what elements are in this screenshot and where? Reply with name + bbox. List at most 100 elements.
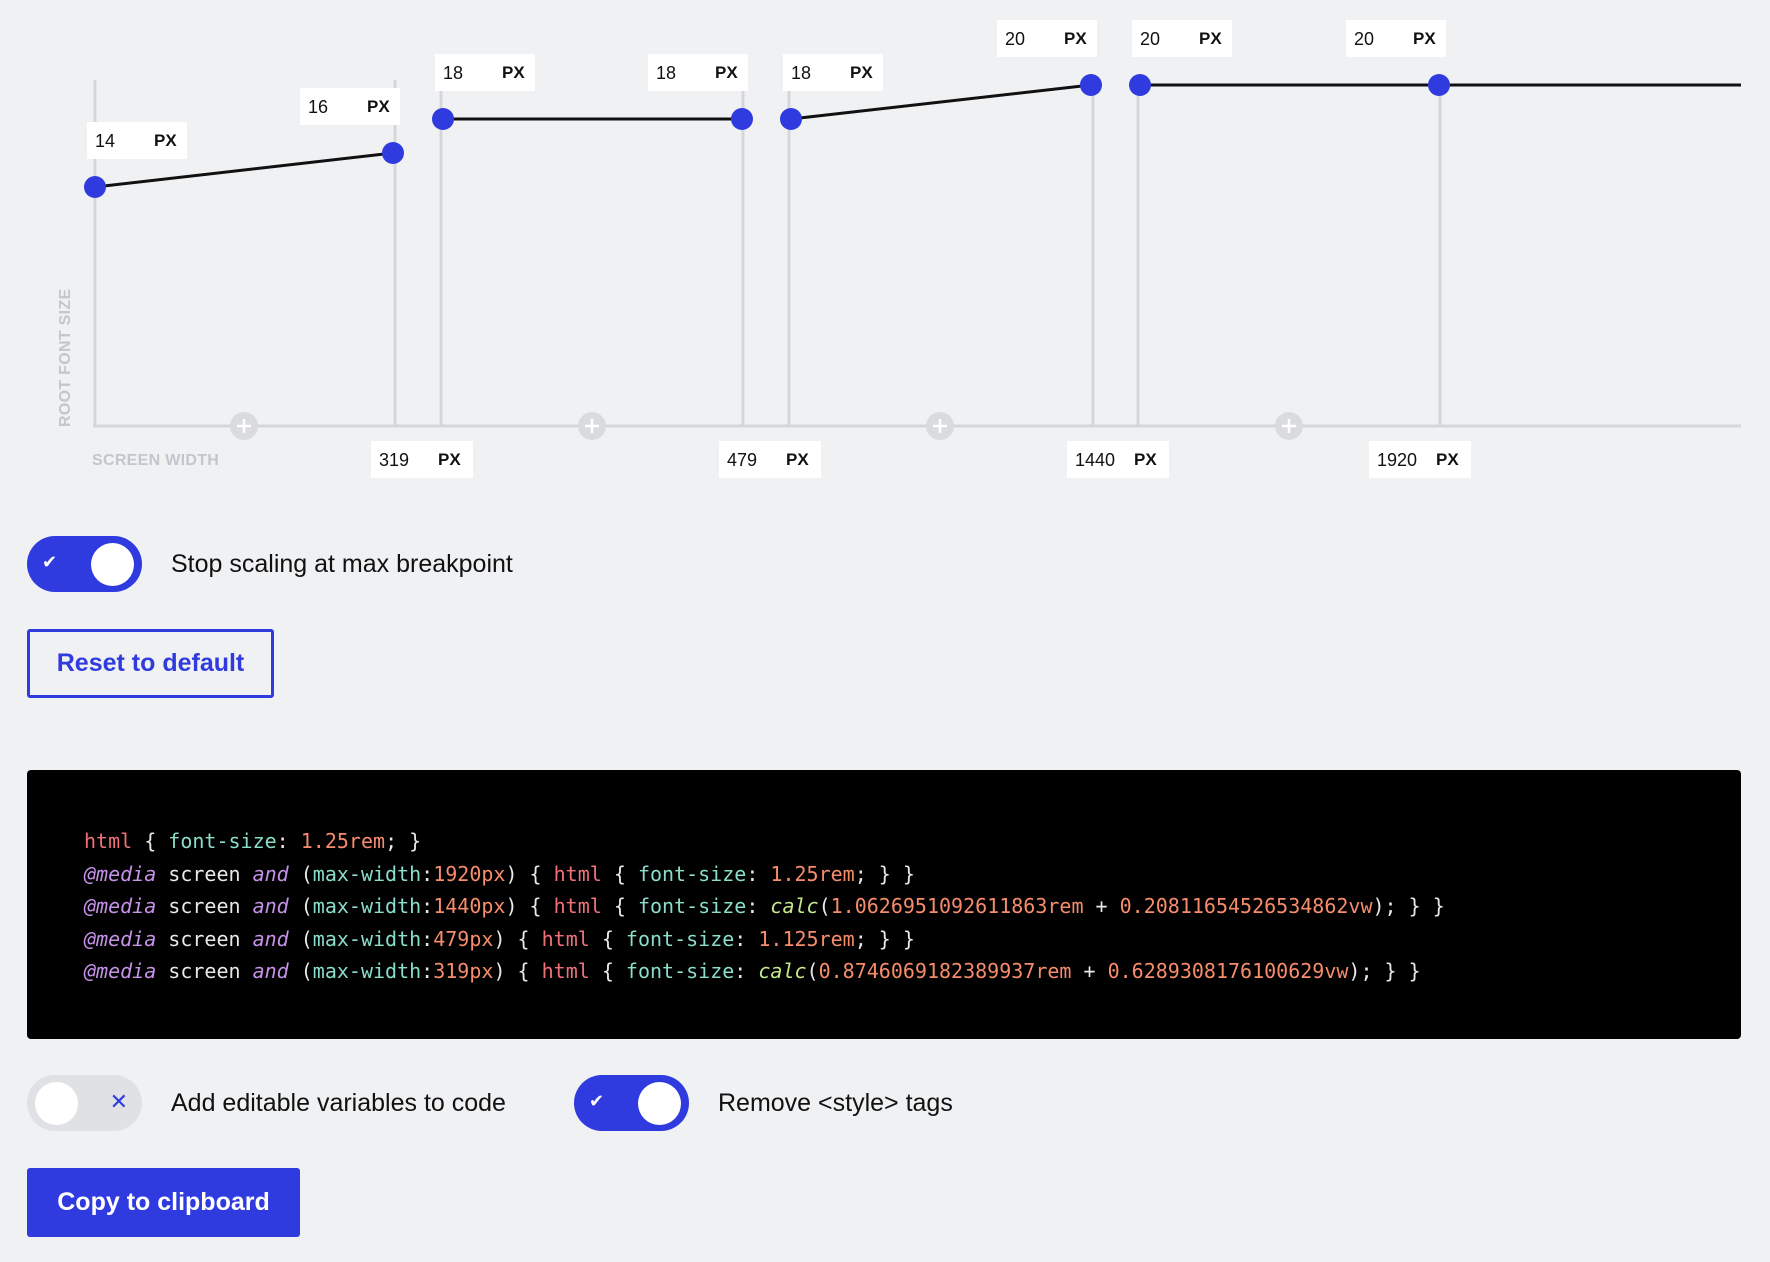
code-token: screen [156, 959, 253, 983]
code-token: @media [84, 861, 157, 886]
breakpoint-pill[interactable]: 1440 PX [1067, 441, 1169, 478]
x-axis-label: SCREEN WIDTH [92, 452, 220, 469]
plus-icon[interactable] [578, 412, 606, 440]
font-size-value[interactable]: 20 [1140, 29, 1160, 50]
font-size-value[interactable]: 18 [656, 63, 676, 84]
breakpoint-pill[interactable]: 1920 PX [1369, 441, 1471, 478]
stop-scaling-toggle[interactable]: ✔ [27, 536, 142, 592]
code-token: and [252, 894, 289, 918]
code-token: and [252, 926, 289, 951]
code-token: 0.6289308176100629vw [1107, 959, 1349, 983]
font-size-pill[interactable]: 18 PX [783, 54, 883, 91]
code-token: 1.0626951092611863rem [830, 894, 1084, 918]
unit-label: PX [1199, 29, 1222, 48]
font-size-value[interactable]: 18 [791, 63, 811, 84]
code-token: : [421, 926, 434, 951]
font-size-pill[interactable]: 16 PX [300, 88, 400, 125]
code-token: 1.25rem [300, 829, 386, 853]
check-icon: ✔ [589, 1091, 605, 1111]
code-token: 319px [433, 959, 494, 983]
toggle-knob [35, 1082, 78, 1125]
font-size-value[interactable]: 20 [1005, 29, 1025, 50]
remove-style-tags-toggle[interactable]: ✔ [574, 1075, 689, 1131]
breakpoint-value[interactable]: 1920 [1377, 450, 1417, 471]
unit-label: PX [1134, 450, 1157, 469]
editable-variables-toggle[interactable]: ✕ [27, 1075, 142, 1131]
code-token: { [589, 959, 626, 983]
graph-canvas [84, 74, 1741, 440]
code-token: html [553, 861, 602, 886]
code-token: { [132, 829, 169, 853]
unit-label: PX [154, 131, 177, 150]
code-token: font-size [625, 959, 735, 983]
code-token: 1.25rem [770, 861, 855, 886]
copy-to-clipboard-button[interactable]: Copy to clipboard [27, 1168, 300, 1237]
code-token: 0.20811654526534862vw [1119, 894, 1373, 918]
code-token: font-size [625, 926, 735, 951]
reset-button[interactable]: Reset to default [27, 629, 274, 698]
font-size-pill[interactable]: 14 PX [87, 122, 187, 159]
code-token: ) { [493, 926, 542, 951]
code-token: calc [770, 894, 819, 918]
stop-scaling-label: Stop scaling at max breakpoint [171, 550, 513, 578]
plus-icon[interactable] [1275, 412, 1303, 440]
breakpoint-value[interactable]: 479 [727, 450, 757, 471]
css-code: html { font-size: 1.25rem; } @media scree… [84, 825, 1445, 988]
code-token: html [84, 829, 133, 853]
code-line: @media screen and (max-width:319px) { ht… [84, 955, 1445, 988]
unit-label: PX [438, 450, 461, 469]
breakpoint-pill[interactable]: 319 PX [371, 441, 473, 478]
editable-variables-label: Add editable variables to code [171, 1089, 506, 1117]
code-token: ( [288, 926, 313, 951]
code-token: : [276, 829, 301, 853]
font-size-value[interactable]: 18 [443, 63, 463, 84]
code-token: font-size [168, 829, 277, 853]
font-size-pill[interactable]: 20 PX [1346, 20, 1446, 57]
code-token: font-size [637, 861, 747, 886]
font-size-pill[interactable]: 18 PX [648, 54, 748, 91]
breakpoint-value[interactable]: 1440 [1075, 450, 1115, 471]
unit-label: PX [1436, 450, 1459, 469]
unit-label: PX [850, 63, 873, 82]
code-token: ); } } [1372, 894, 1445, 918]
font-size-value[interactable]: 14 [95, 131, 115, 152]
unit-label: PX [502, 63, 525, 82]
font-size-graph: ROOT FONT SIZE SCREEN WIDTH 14 PX 16 PX 18 PX… [0, 0, 1770, 490]
data-point [382, 142, 404, 164]
code-line: @media screen and (max-width:1920px) { h… [84, 858, 1445, 891]
font-size-value[interactable]: 16 [308, 97, 328, 118]
code-line: @media screen and (max-width:479px) { ht… [84, 923, 1445, 956]
code-token: ; } } [854, 861, 915, 886]
code-token: @media [84, 959, 157, 983]
code-token: ) { [505, 894, 554, 918]
code-token: { [601, 894, 638, 918]
plus-icon[interactable] [230, 412, 258, 440]
code-token: ( [288, 894, 313, 918]
code-token: calc [758, 959, 807, 983]
y-axis-label: ROOT FONT SIZE [57, 288, 74, 427]
font-size-pill[interactable]: 18 PX [435, 54, 535, 91]
font-size-value[interactable]: 20 [1354, 29, 1374, 50]
unit-label: PX [786, 450, 809, 469]
font-size-pill[interactable]: 20 PX [997, 20, 1097, 57]
code-token: { [601, 861, 638, 886]
unit-label: PX [715, 63, 738, 82]
check-icon: ✔ [42, 552, 58, 572]
code-token: html [553, 894, 602, 918]
breakpoint-value[interactable]: 319 [379, 450, 409, 471]
breakpoint-pill[interactable]: 479 PX [719, 441, 821, 478]
code-block[interactable]: html { font-size: 1.25rem; } @media scree… [27, 770, 1741, 1039]
code-token: max-width [312, 894, 422, 918]
toggle-knob [91, 543, 134, 586]
code-token: : [421, 861, 434, 886]
code-token: and [252, 861, 289, 886]
code-token: : [746, 861, 771, 886]
plus-icon[interactable] [926, 412, 954, 440]
x-icon: ✕ [109, 1089, 128, 1114]
unit-label: PX [367, 97, 390, 116]
code-token: ( [818, 894, 831, 918]
code-token: @media [84, 926, 157, 951]
code-token: screen [156, 926, 253, 951]
font-size-pill[interactable]: 20 PX [1132, 20, 1232, 57]
code-token: 1.125rem [758, 926, 855, 951]
